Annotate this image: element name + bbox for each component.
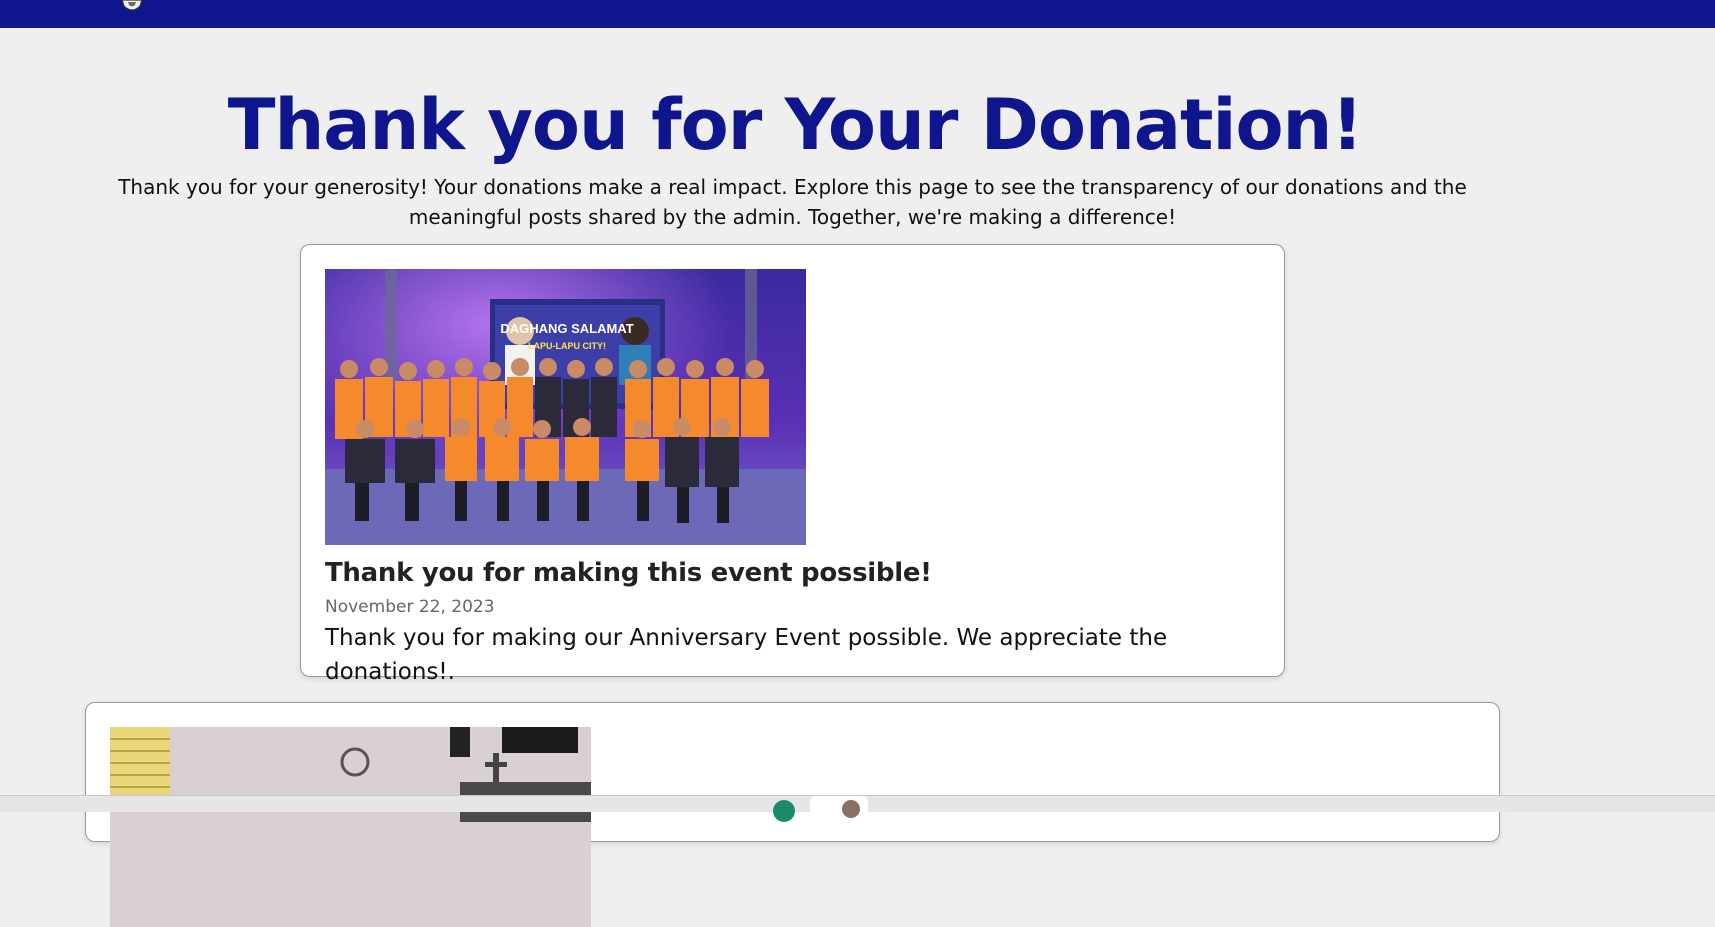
post-title: Thank you for making this event possible… [325,558,932,588]
shield-logo-icon[interactable] [118,0,146,12]
post-date: November 22, 2023 [325,597,495,617]
page-intro-text: Thank you for your generosity! Your dona… [118,175,1467,229]
page-title: Thank you for Your Donation! [227,84,1364,166]
photo-screen-subtext: LAPU-LAPU CITY! [528,341,606,351]
browser-bottom-bar [0,795,1715,822]
top-nav-bar [0,0,1715,28]
donation-post-card [85,702,1500,927]
app-icon[interactable] [773,800,795,822]
photo-screen-text: DAGHANG SALAMAT [500,321,633,336]
post-body: Thank you for making our Anniversary Eve… [325,625,1168,685]
avatar-icon[interactable] [842,800,860,818]
event-group-photo: DAGHANG SALAMAT LAPU-LAPU CITY! [325,269,806,545]
donation-post-card: DAGHANG SALAMAT LAPU-LAPU CITY! Thank yo… [300,244,1285,685]
post-photo [110,727,591,927]
post-photo: DAGHANG SALAMAT LAPU-LAPU CITY! [325,269,806,545]
room-photo [110,727,591,927]
